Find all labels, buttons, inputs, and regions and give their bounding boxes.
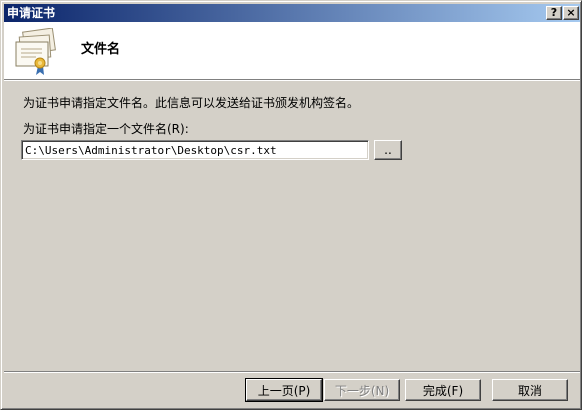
next-button[interactable]: 下一步(N) [324, 379, 400, 401]
close-button[interactable]: × [563, 6, 579, 20]
footer-divider [4, 371, 580, 373]
cancel-button[interactable]: 取消 [492, 379, 568, 401]
browse-button[interactable]: .. [374, 140, 402, 160]
request-certificate-dialog: 申请证书 ? × 文件名 为证书申请指定文件名。此信息可以发送给证书颁发机构签名… [0, 0, 582, 410]
finish-button[interactable]: 完成(F) [405, 379, 481, 401]
wizard-header: 文件名 [4, 22, 580, 79]
page-heading: 文件名 [81, 42, 121, 57]
window-title: 申请证书 [7, 6, 56, 20]
back-button[interactable]: 上一页(P) [245, 378, 323, 402]
title-bar[interactable]: 申请证书 ? × [4, 4, 580, 22]
header-divider [4, 79, 580, 81]
help-button[interactable]: ? [546, 6, 562, 20]
filename-input[interactable] [21, 140, 369, 160]
description-text: 为证书申请指定文件名。此信息可以发送给证书颁发机构签名。 [23, 96, 360, 110]
filename-label: 为证书申请指定一个文件名(R): [23, 122, 189, 136]
certificate-icon [15, 28, 56, 75]
